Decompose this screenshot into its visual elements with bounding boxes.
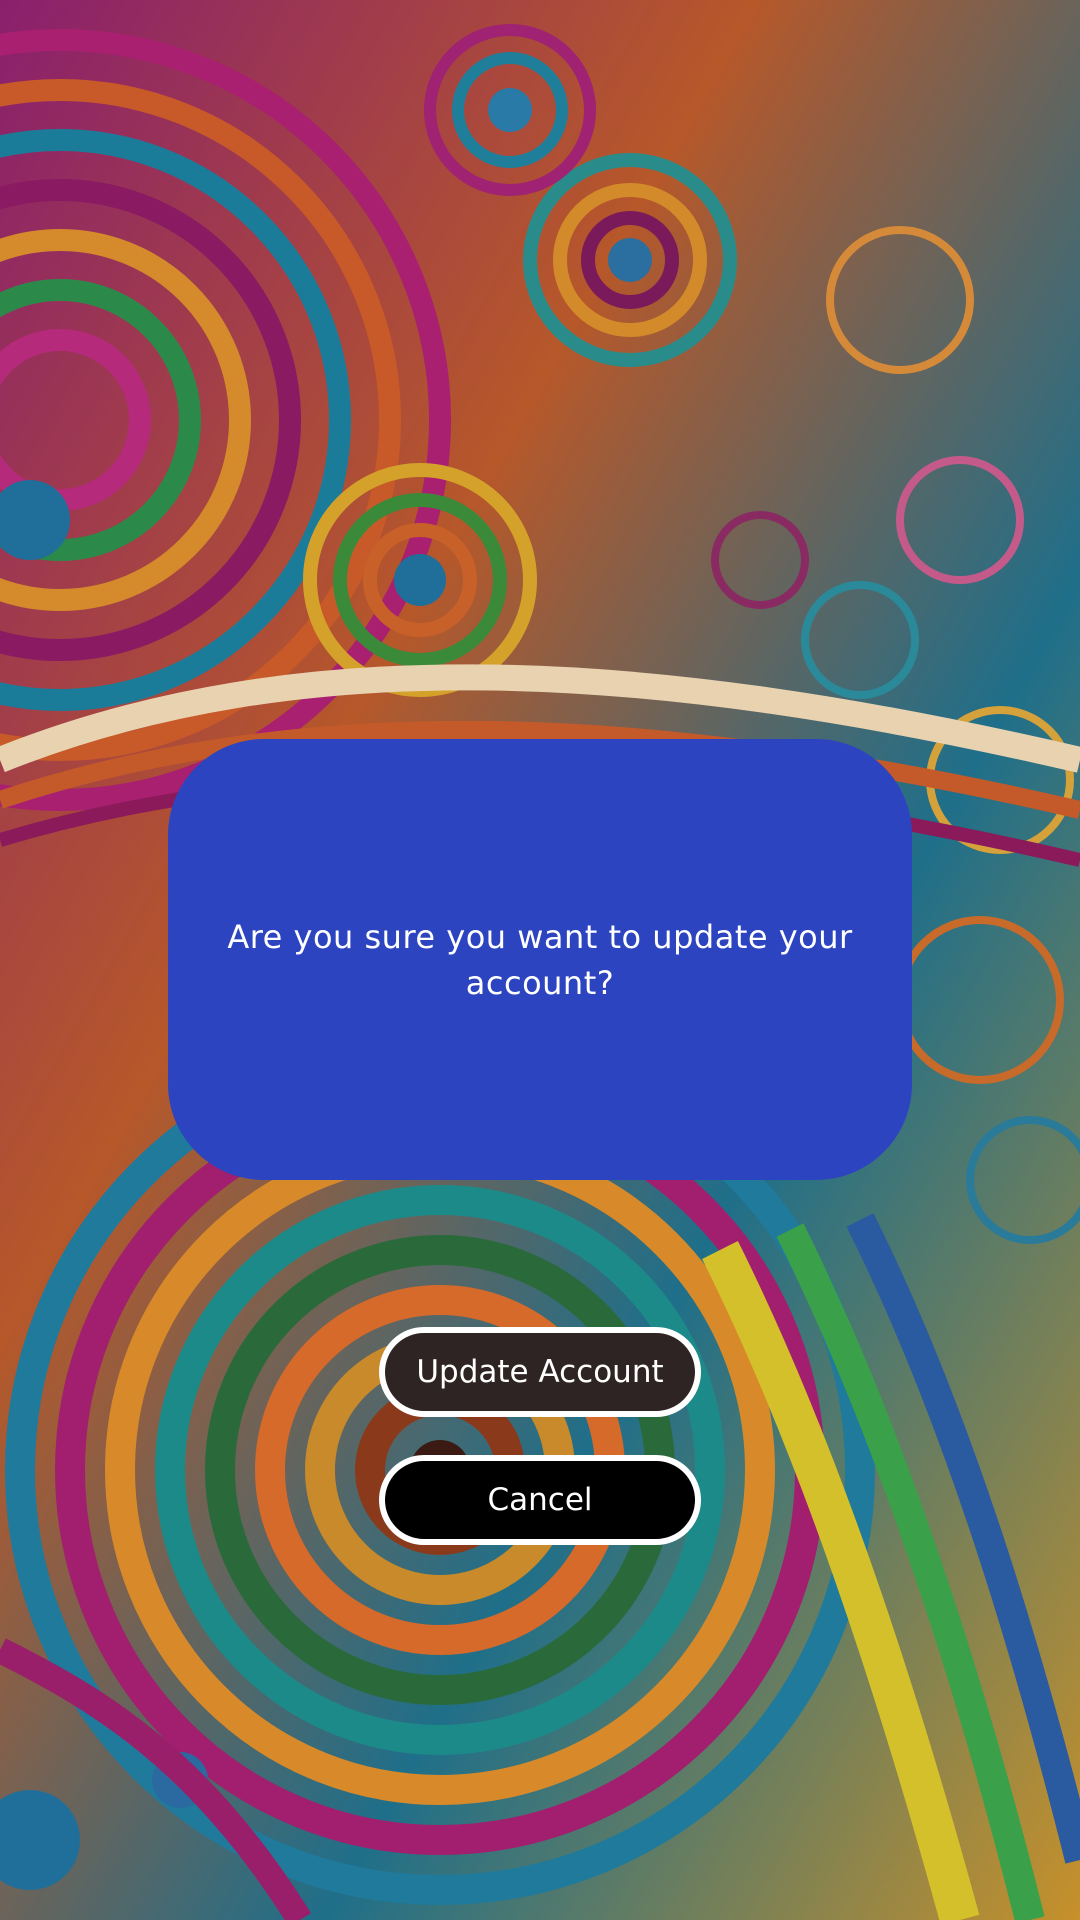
cancel-button[interactable]: Cancel <box>379 1455 701 1545</box>
update-account-button[interactable]: Update Account <box>379 1327 701 1417</box>
screen: Are you sure you want to update your acc… <box>0 0 1080 1920</box>
confirmation-dialog: Are you sure you want to update your acc… <box>168 739 912 1180</box>
dialog-message: Are you sure you want to update your acc… <box>227 917 853 1002</box>
